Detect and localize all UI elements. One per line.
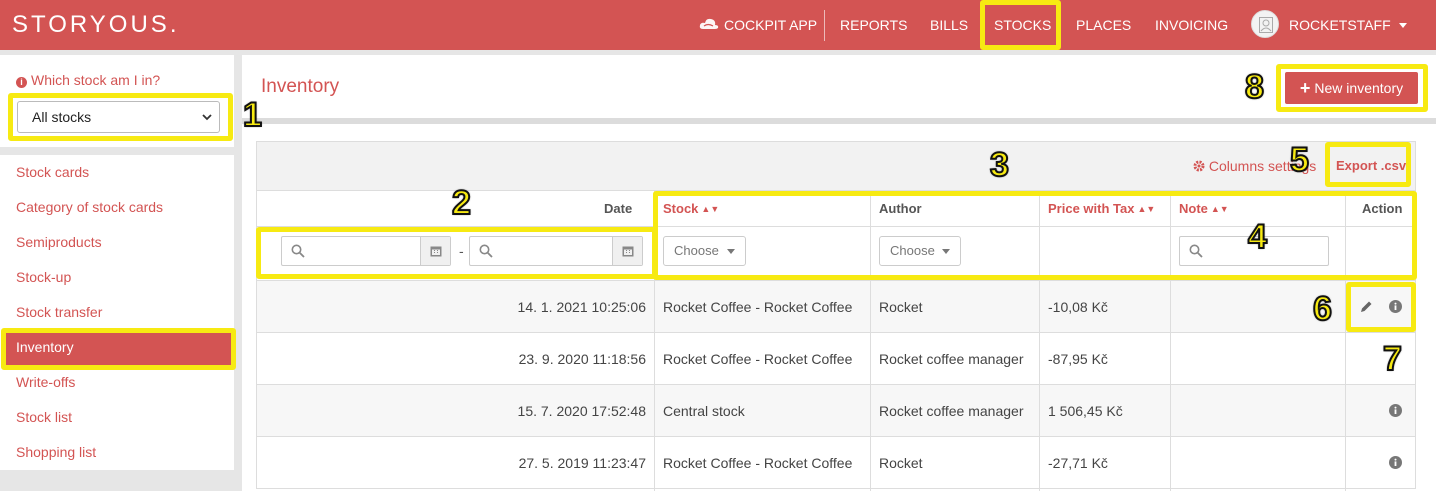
sort-icon: ▲▼ xyxy=(1210,204,1229,214)
col-action: Action xyxy=(1362,201,1403,216)
new-inventory-label: New inventory xyxy=(1314,80,1404,96)
column-divider xyxy=(654,191,655,491)
col-note-label: Note xyxy=(1179,201,1208,216)
calendar-button[interactable] xyxy=(420,237,450,265)
stock-select-value: All stocks xyxy=(32,109,92,125)
search-icon xyxy=(291,244,305,258)
column-divider xyxy=(1345,191,1346,491)
cell-price: 1 506,45 Kč xyxy=(1048,403,1123,419)
chevron-down-icon xyxy=(942,249,950,254)
nav-cockpit-app[interactable]: COCKPIT APP xyxy=(699,0,817,50)
stock-filter-value: Choose xyxy=(674,243,719,258)
sidebar-item-stock-cards[interactable]: Stock cards xyxy=(0,155,234,190)
plus-icon: + xyxy=(1299,78,1311,98)
cloud-icon xyxy=(699,18,719,29)
storyous-logo[interactable]: STORYOUS. xyxy=(12,11,179,39)
nav-reports[interactable]: REPORTS xyxy=(840,0,907,50)
cell-date: 27. 5. 2019 11:23:47 xyxy=(518,455,646,471)
annotation-4: 4 xyxy=(1247,218,1268,256)
cell-price: -10,08 Kč xyxy=(1048,299,1108,315)
date-range-separator: - xyxy=(459,243,464,259)
col-price-label: Price with Tax xyxy=(1048,201,1135,216)
sort-icon: ▲▼ xyxy=(701,204,720,214)
col-note[interactable]: Note ▲▼ xyxy=(1179,191,1229,227)
col-author: Author xyxy=(879,201,922,216)
cell-stock: Rocket Coffee - Rocket Coffee xyxy=(663,351,853,367)
cell-author: Rocket coffee manager xyxy=(879,351,1024,367)
annotation-1: 1 xyxy=(242,96,263,134)
table-row[interactable] xyxy=(256,385,1416,437)
sidebar-item-write-offs[interactable]: Write-offs xyxy=(0,365,234,400)
cell-author: Rocket xyxy=(879,455,923,471)
cell-date: 15. 7. 2020 17:52:48 xyxy=(517,403,646,419)
user-icon xyxy=(1259,17,1273,33)
date-to-input[interactable] xyxy=(469,236,643,266)
cell-stock: Central stock xyxy=(663,403,745,419)
table-header xyxy=(256,191,1416,227)
nav-cockpit-label: COCKPIT APP xyxy=(724,17,818,33)
annotation-6: 6 xyxy=(1312,290,1333,328)
nav-invoicing[interactable]: INVOICING xyxy=(1155,0,1228,50)
col-date: Date xyxy=(604,201,633,216)
which-stock-label: Which stock am I in? xyxy=(31,72,161,88)
export-csv-button[interactable]: Export .csv xyxy=(1336,158,1406,173)
search-icon xyxy=(1189,244,1203,258)
annotation-7: 7 xyxy=(1382,340,1403,378)
date-from-input[interactable] xyxy=(281,236,451,266)
calendar-button[interactable] xyxy=(612,237,642,265)
sidebar-item-stock-up[interactable]: Stock-up xyxy=(0,260,234,295)
user-menu[interactable]: ROCKETSTAFF xyxy=(1289,0,1407,50)
info-icon[interactable] xyxy=(1389,300,1402,313)
cell-date: 14. 1. 2021 10:25:06 xyxy=(517,299,646,315)
column-divider xyxy=(1039,191,1040,491)
cell-stock: Rocket Coffee - Rocket Coffee xyxy=(663,455,853,471)
cell-stock: Rocket Coffee - Rocket Coffee xyxy=(663,299,853,315)
author-filter-value: Choose xyxy=(890,243,935,258)
nav-bills[interactable]: BILLS xyxy=(930,0,968,50)
info-icon: i xyxy=(16,77,27,88)
cell-author: Rocket xyxy=(879,299,923,315)
info-icon[interactable] xyxy=(1389,404,1402,417)
chevron-down-icon xyxy=(727,249,735,254)
column-divider xyxy=(870,191,871,491)
stock-filter-select[interactable]: Choose xyxy=(663,236,746,266)
sidebar-item-shopping-list[interactable]: Shopping list xyxy=(0,435,234,470)
nav-stocks[interactable]: STOCKS xyxy=(994,0,1051,50)
new-inventory-button[interactable]: + New inventory xyxy=(1285,72,1418,104)
gear-icon xyxy=(1193,160,1205,172)
annotation-2: 2 xyxy=(451,184,472,222)
sidebar-item-inventory[interactable]: Inventory xyxy=(5,330,231,365)
pencil-icon[interactable] xyxy=(1360,300,1373,313)
sort-icon: ▲▼ xyxy=(1137,204,1156,214)
sidebar-item-stock-list[interactable]: Stock list xyxy=(0,400,234,435)
chevron-down-icon xyxy=(202,114,212,121)
sidebar-item-category[interactable]: Category of stock cards xyxy=(0,190,234,225)
stock-select[interactable]: All stocks xyxy=(17,101,220,133)
sidebar-item-semiproducts[interactable]: Semiproducts xyxy=(0,225,234,260)
user-avatar[interactable] xyxy=(1251,10,1279,38)
column-divider xyxy=(1170,191,1171,491)
cell-price: -27,71 Kč xyxy=(1048,455,1108,471)
which-stock-help[interactable]: i Which stock am I in? xyxy=(16,72,160,88)
info-icon[interactable] xyxy=(1389,456,1402,469)
annotation-8: 8 xyxy=(1244,68,1265,106)
cell-author: Rocket coffee manager xyxy=(879,403,1024,419)
page-title: Inventory xyxy=(261,76,340,97)
annotation-5: 5 xyxy=(1289,141,1310,179)
calendar-icon xyxy=(622,246,634,257)
calendar-icon xyxy=(430,246,442,257)
cell-date: 23. 9. 2020 11:18:56 xyxy=(518,351,646,367)
search-icon xyxy=(479,244,493,258)
cell-price: -87,95 Kč xyxy=(1048,351,1108,367)
annotation-3: 3 xyxy=(989,146,1010,184)
col-stock-label: Stock xyxy=(663,201,699,216)
col-price[interactable]: Price with Tax ▲▼ xyxy=(1048,191,1155,227)
sidebar-item-stock-transfer[interactable]: Stock transfer xyxy=(0,295,234,330)
col-stock[interactable]: Stock ▲▼ xyxy=(663,191,719,227)
author-filter-select[interactable]: Choose xyxy=(879,236,961,266)
nav-divider xyxy=(824,10,825,41)
chevron-down-icon xyxy=(1398,23,1407,28)
nav-places[interactable]: PLACES xyxy=(1076,0,1131,50)
user-name: ROCKETSTAFF xyxy=(1289,17,1391,33)
